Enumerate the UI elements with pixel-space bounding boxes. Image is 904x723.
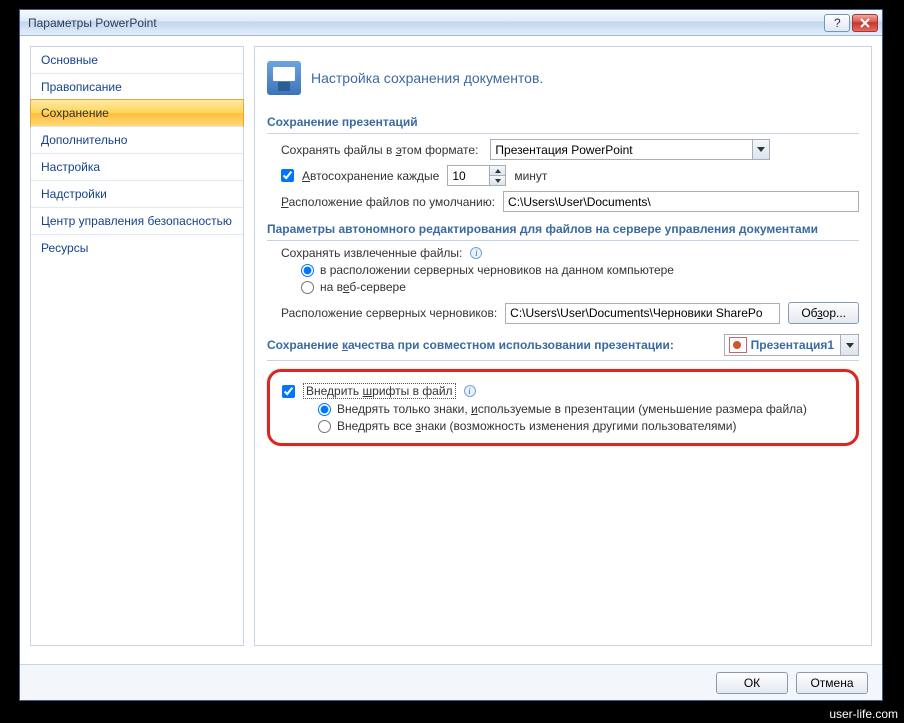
nav-item-save[interactable]: Сохранение: [30, 99, 244, 127]
format-combo[interactable]: [490, 139, 770, 160]
close-button[interactable]: [852, 14, 878, 32]
nav-item-customize[interactable]: Настройка: [31, 153, 243, 180]
ok-button[interactable]: ОК: [716, 672, 788, 694]
presentation-picker[interactable]: Презентация1: [724, 334, 859, 356]
autosave-unit: минут: [514, 169, 547, 183]
autosave-checkbox[interactable]: [281, 169, 294, 182]
dialog-window: Параметры PowerPoint ? Основные Правопис…: [19, 9, 883, 701]
help-button[interactable]: ?: [824, 14, 850, 32]
page-heading: Настройка сохранения документов.: [311, 70, 543, 86]
defaultloc-label: Расположение файлов по умолчанию:: [281, 195, 495, 209]
embed-fonts-group: Внедрить шрифты в файл i Внедрять только…: [267, 369, 859, 446]
autosave-label: Автосохранение каждые: [302, 169, 439, 183]
nav-item-main[interactable]: Основные: [31, 47, 243, 73]
save-icon: [267, 61, 301, 95]
embed-fonts-checkbox[interactable]: [282, 385, 295, 398]
nav-item-proofing[interactable]: Правописание: [31, 73, 243, 100]
info-icon[interactable]: i: [470, 247, 482, 259]
chevron-down-icon[interactable]: [840, 335, 858, 355]
extract-radio-web-label: на веб-сервере: [320, 280, 406, 294]
content-panel: Настройка сохранения документов. Сохране…: [254, 46, 872, 646]
nav-item-addins[interactable]: Надстройки: [31, 180, 243, 207]
cancel-button[interactable]: Отмена: [796, 672, 868, 694]
drafts-label: Расположение серверных черновиков:: [281, 306, 497, 320]
info-icon[interactable]: i: [464, 385, 476, 397]
spinner-down[interactable]: [490, 176, 505, 185]
format-label: Сохранять файлы в этом формате:: [281, 143, 478, 157]
autosave-interval-spinner[interactable]: [447, 165, 506, 186]
browse-button[interactable]: Обзор...: [788, 302, 859, 324]
format-value[interactable]: [490, 139, 752, 160]
embed-radio-used-only-label: Внедрять только знаки, используемые в пр…: [337, 402, 807, 416]
spinner-up[interactable]: [490, 166, 505, 176]
embed-radio-used-only[interactable]: [318, 403, 331, 416]
section-sharing-quality: Сохранение качества при совместном испол…: [267, 330, 859, 361]
embed-fonts-label: Внедрить шрифты в файл: [303, 383, 456, 399]
window-title: Параметры PowerPoint: [28, 16, 822, 30]
category-nav: Основные Правописание Сохранение Дополни…: [30, 46, 244, 646]
nav-item-trust[interactable]: Центр управления безопасностью: [31, 207, 243, 234]
dialog-footer: ОК Отмена: [20, 664, 882, 700]
svg-text:?: ?: [834, 17, 841, 29]
extract-radio-local[interactable]: [301, 264, 314, 277]
section-save-presentations: Сохранение презентаций: [267, 111, 859, 134]
presentation-name: Презентация1: [751, 338, 840, 352]
extract-radio-local-label: в расположении серверных черновиков на д…: [320, 263, 674, 277]
titlebar: Параметры PowerPoint ?: [20, 10, 882, 36]
autosave-interval-input[interactable]: [447, 165, 489, 186]
nav-item-advanced[interactable]: Дополнительно: [31, 126, 243, 153]
defaultloc-input[interactable]: [503, 191, 859, 212]
embed-radio-all[interactable]: [318, 420, 331, 433]
nav-item-resources[interactable]: Ресурсы: [31, 234, 243, 261]
extract-label: Сохранять извлеченные файлы:: [281, 246, 462, 260]
chevron-down-icon[interactable]: [752, 139, 770, 160]
section-offline-editing: Параметры автономного редактирования для…: [267, 218, 859, 241]
drafts-input[interactable]: [505, 303, 780, 324]
watermark: user-life.com: [823, 705, 904, 723]
extract-radio-web[interactable]: [301, 281, 314, 294]
presentation-icon: [729, 337, 747, 353]
embed-radio-all-label: Внедрять все знаки (возможность изменени…: [337, 419, 736, 433]
